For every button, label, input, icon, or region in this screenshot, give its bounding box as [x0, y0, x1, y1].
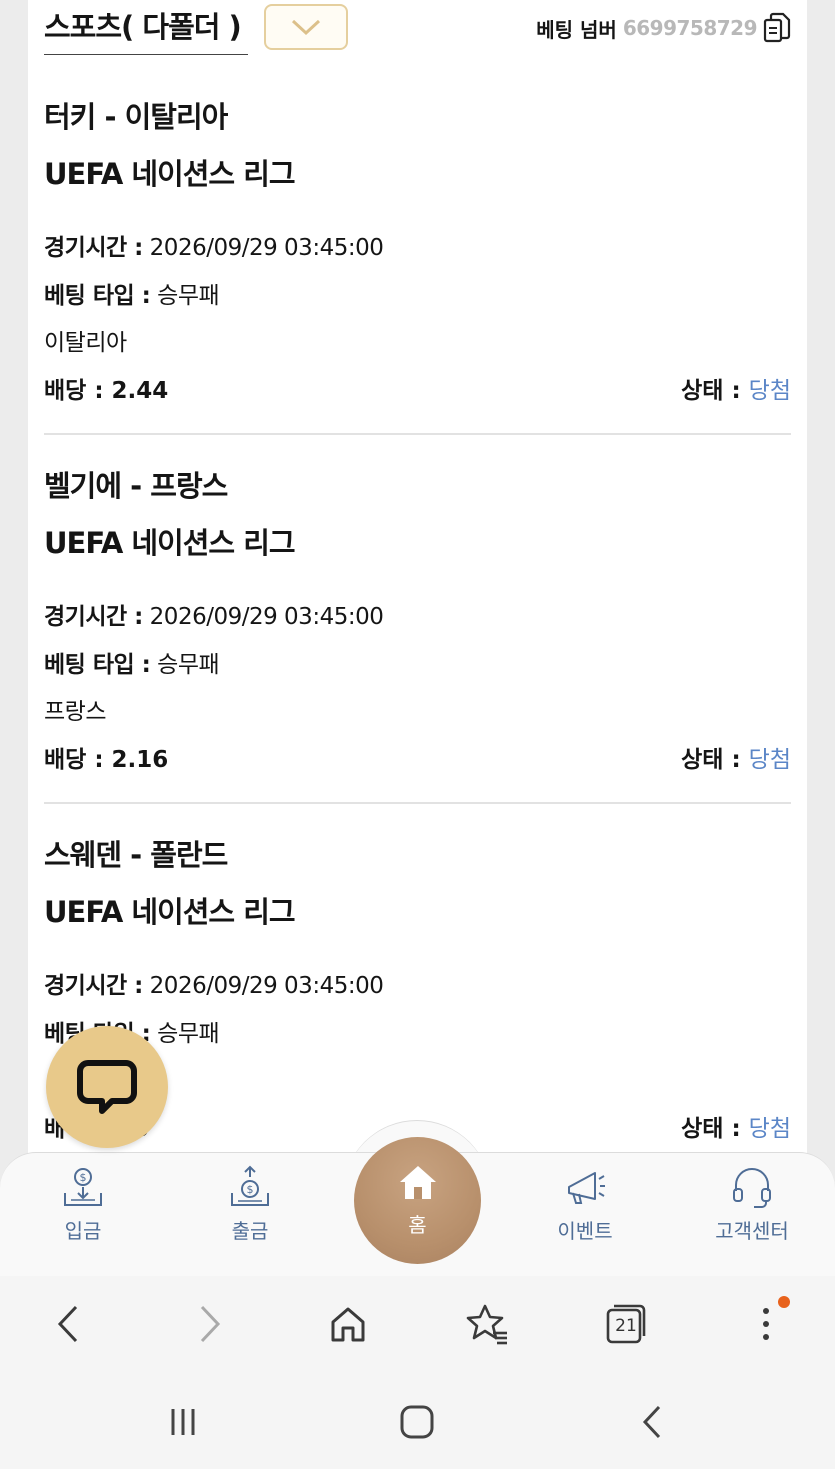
system-home-button[interactable]: [397, 1402, 437, 1442]
bet-pick: 이탈리아: [44, 330, 127, 356]
match-title: 터키 - 이탈리아: [44, 100, 228, 134]
browser-back-button[interactable]: [44, 1300, 92, 1348]
odds-value: 2.16: [111, 747, 169, 773]
bet-type: 베팅 타입 : 승무패: [44, 276, 220, 310]
match-title: 스웨덴 - 폴란드: [44, 838, 228, 872]
nav-deposit[interactable]: $ 입금: [28, 1165, 138, 1244]
nav-home-button[interactable]: 홈: [354, 1137, 481, 1264]
match-time: 경기시간 : 2026/09/29 03:45:00: [44, 597, 384, 631]
nav-withdraw-label: 출금: [231, 1219, 269, 1243]
bet-detail-page: 스포츠( 다폴더 ) 베팅 넘버 6699758729 터키 - 이탈리아 UE…: [28, 0, 807, 1160]
forward-arrow-icon: [200, 1305, 221, 1343]
league-name: UEFA 네이션스 리그: [44, 526, 296, 560]
browser-home-button[interactable]: [324, 1300, 372, 1348]
more-vertical-icon: [763, 1308, 769, 1340]
nav-support[interactable]: 고객센터: [697, 1165, 807, 1244]
star-list-icon: [466, 1304, 507, 1345]
system-back-button[interactable]: [632, 1402, 672, 1442]
nav-event-label: 이벤트: [557, 1219, 613, 1243]
bet-entry: 벨기에 - 프랑스 UEFA 네이션스 리그 경기시간 : 2026/09/29…: [44, 459, 791, 805]
megaphone-icon: [568, 1172, 605, 1204]
status-value: 당첨: [748, 378, 791, 404]
nav-withdraw[interactable]: $ 출금: [195, 1165, 305, 1244]
browser-toolbar: 21: [0, 1276, 835, 1372]
match-time-label: 경기시간 :: [44, 235, 143, 261]
bet-type-label: 베팅 타입 :: [44, 283, 151, 309]
match-time-label: 경기시간 :: [44, 973, 143, 999]
nav-event[interactable]: 이벤트: [530, 1165, 640, 1244]
match-time: 경기시간 : 2026/09/29 03:45:00: [44, 966, 384, 1000]
copy-icon[interactable]: [763, 12, 791, 44]
nav-support-label: 고객센터: [715, 1219, 789, 1243]
bet-number-label: 베팅 넘버: [536, 17, 617, 42]
system-nav-bar: [0, 1372, 835, 1469]
chevron-down-icon: [291, 19, 321, 36]
svg-text:$: $: [80, 1171, 87, 1184]
recent-apps-icon: [171, 1409, 195, 1435]
recent-apps-button[interactable]: [163, 1402, 203, 1442]
odds: 배당 : 2.16: [44, 740, 168, 774]
match-time-value: 2026/09/29 03:45:00: [149, 235, 384, 261]
bet-header: 스포츠( 다폴더 ) 베팅 넘버 6699758729: [44, 0, 791, 60]
svg-text:$: $: [247, 1183, 254, 1196]
odds-label: 배당 :: [44, 747, 104, 773]
match-time: 경기시간 : 2026/09/29 03:45:00: [44, 228, 384, 262]
tabs-button[interactable]: 21: [602, 1300, 650, 1348]
odds-value: 2.44: [111, 378, 169, 404]
bet-pick: 프랑스: [44, 699, 106, 725]
chat-button[interactable]: [46, 1026, 168, 1148]
system-home-icon: [400, 1405, 434, 1439]
bet-entry: 터키 - 이탈리아 UEFA 네이션스 리그 경기시간 : 2026/09/29…: [44, 90, 791, 436]
back-arrow-icon: [57, 1305, 78, 1343]
withdraw-coin-icon: $: [231, 1165, 269, 1206]
bet-status: 상태 : 당첨: [681, 371, 791, 405]
tab-count: 21: [615, 1316, 637, 1336]
status-label: 상태 :: [681, 747, 741, 773]
bet-type-value: 승무패: [157, 283, 220, 309]
status-label: 상태 :: [681, 1116, 741, 1142]
deposit-coin-icon: $: [64, 1168, 102, 1206]
notification-dot: [778, 1296, 790, 1308]
status-label: 상태 :: [681, 378, 741, 404]
match-title: 벨기에 - 프랑스: [44, 469, 228, 503]
nav-deposit-label: 입금: [64, 1219, 102, 1243]
category-title: 스포츠( 다폴더 ): [44, 4, 248, 55]
category-dropdown-button[interactable]: [264, 4, 348, 50]
system-back-icon: [642, 1405, 661, 1439]
bet-type-value: 승무패: [157, 1021, 220, 1047]
bet-status: 상태 : 당첨: [681, 1109, 791, 1143]
chat-bubble-icon: [77, 1060, 137, 1114]
status-value: 당첨: [748, 1116, 791, 1142]
bet-type-label: 베팅 타입 :: [44, 652, 151, 678]
home-outline-icon: [331, 1307, 365, 1342]
league-name: UEFA 네이션스 리그: [44, 895, 296, 929]
divider: [44, 802, 791, 804]
bet-type-value: 승무패: [157, 652, 220, 678]
odds-label: 배당 :: [44, 378, 104, 404]
bet-number-value: 6699758729: [622, 16, 758, 40]
match-time-value: 2026/09/29 03:45:00: [149, 973, 384, 999]
bookmarks-button[interactable]: [463, 1300, 511, 1348]
divider: [44, 433, 791, 435]
league-name: UEFA 네이션스 리그: [44, 157, 296, 191]
nav-home-label: 홈: [408, 1213, 427, 1237]
bet-type: 베팅 타입 : 승무패: [44, 645, 220, 679]
status-value: 당첨: [748, 747, 791, 773]
match-time-value: 2026/09/29 03:45:00: [149, 604, 384, 630]
match-time-label: 경기시간 :: [44, 604, 143, 630]
home-icon: [399, 1166, 436, 1199]
browser-forward-button[interactable]: [186, 1300, 234, 1348]
browser-menu-button[interactable]: [742, 1296, 790, 1348]
odds: 배당 : 2.44: [44, 371, 168, 405]
bet-status: 상태 : 당첨: [681, 740, 791, 774]
headset-icon: [733, 1168, 771, 1208]
bet-number: 베팅 넘버 6699758729: [536, 12, 791, 44]
